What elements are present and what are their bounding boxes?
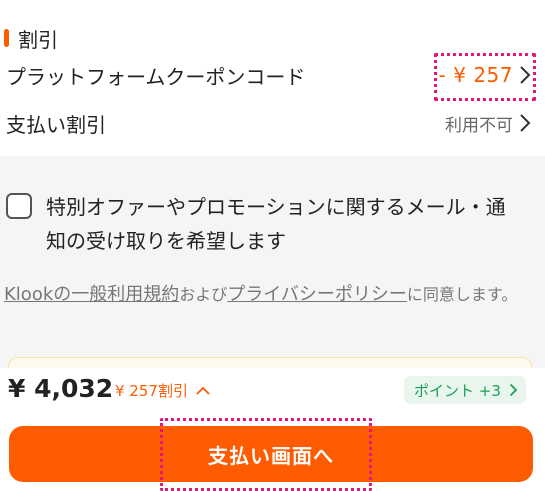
payment-discount-row[interactable]: 支払い割引 利用不可 [6, 106, 531, 140]
chevron-up-icon [196, 386, 210, 396]
platform-coupon-label: プラットフォームクーポンコード [6, 64, 306, 89]
terms-of-use-link[interactable]: Klookの一般利用規約 [4, 284, 179, 305]
offer-opt-in-checkbox[interactable] [6, 193, 32, 219]
discount-summary-text: ¥ 257割引 [115, 382, 188, 400]
chevron-right-icon [509, 383, 518, 397]
section-accent-bar [4, 29, 9, 47]
terms-agreement: Klookの一般利用規約およびプライバシーポリシーに同意します。 [4, 281, 539, 309]
terms-and-text: および [179, 285, 228, 304]
discount-section-title: 割引 [18, 27, 58, 52]
coupon-highlight-box [434, 53, 536, 101]
privacy-policy-link[interactable]: プライバシーポリシー [227, 284, 407, 305]
discount-section-header: 割引 [4, 24, 58, 52]
pay-button-highlight-box [160, 418, 372, 491]
offer-opt-in-label[interactable]: 特別オファーやプロモーションに関するメール・通 知の受け取りを希望します [46, 190, 536, 258]
terms-suffix: に同意します。 [406, 285, 518, 304]
total-price: ¥ 4,032 [8, 374, 114, 403]
points-badge[interactable]: ポイント +3 [404, 376, 526, 404]
payment-discount-right[interactable]: 利用不可 [445, 111, 531, 136]
points-text: ポイント +3 [414, 381, 501, 400]
offer-opt-in-line1: 特別オファーやプロモーションに関するメール・通 [46, 195, 506, 219]
consent-section [0, 156, 545, 371]
payment-discount-label: 支払い割引 [6, 112, 106, 137]
offer-opt-in-line2: 知の受け取りを希望します [46, 229, 286, 253]
discount-summary[interactable]: ¥ 257割引 [115, 380, 210, 401]
chevron-right-icon [519, 113, 531, 133]
discount-card: 割引 プラットフォームクーポンコード - ¥ 257 支払い割引 利用不可 [0, 0, 545, 155]
payment-discount-status: 利用不可 [445, 115, 513, 136]
